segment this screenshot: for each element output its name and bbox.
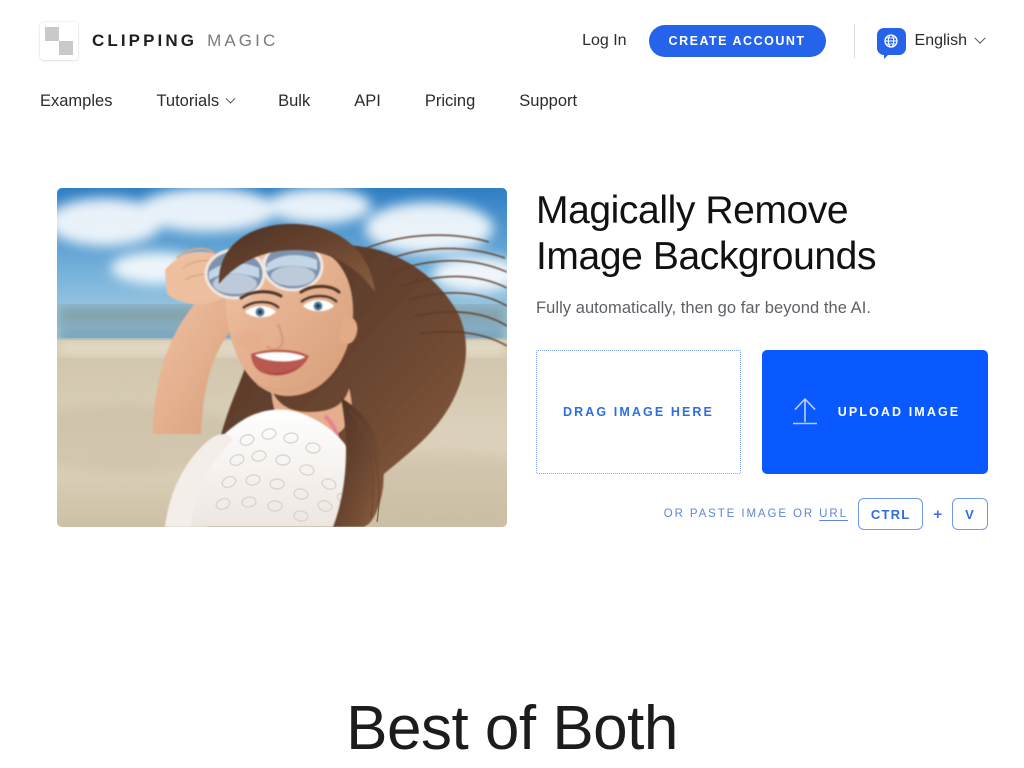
create-account-button[interactable]: CREATE ACCOUNT [648, 25, 826, 57]
upload-controls: DRAG IMAGE HERE UPLOAD IMAGE [536, 350, 988, 474]
nav-item-pricing[interactable]: Pricing [425, 92, 475, 111]
brand-wordmark: CLIPPING MAGIC [92, 31, 278, 51]
main-nav: Examples Tutorials Bulk API Pricing Supp… [40, 92, 577, 111]
checkerboard-transparency-icon [40, 22, 78, 60]
page-title: Magically Remove Image Backgrounds [536, 188, 988, 280]
language-selector[interactable]: English [876, 27, 986, 59]
upload-image-button[interactable]: UPLOAD IMAGE [762, 350, 988, 474]
paste-hint-text: OR PASTE IMAGE OR URL [664, 508, 848, 520]
header-divider [853, 24, 855, 58]
brand-word-primary: CLIPPING [92, 31, 198, 50]
paste-hint-prefix: OR PASTE IMAGE OR [663, 508, 815, 520]
nav-item-examples[interactable]: Examples [40, 92, 112, 111]
brand-logo-link[interactable]: CLIPPING MAGIC [40, 22, 278, 60]
nav-label: API [354, 92, 381, 110]
key-plus-separator: + [933, 505, 943, 523]
header-actions: Log In CREATE ACCOUNT English [582, 24, 986, 59]
nav-label: Bulk [278, 92, 311, 110]
nav-item-tutorials[interactable]: Tutorials [156, 92, 236, 111]
hero-subtitle: Fully automatically, then go far beyond … [536, 299, 871, 317]
section-heading: Best of Both [346, 694, 678, 763]
nav-label: Examples [40, 92, 113, 110]
chevron-down-icon [225, 93, 236, 104]
drag-image-dropzone[interactable]: DRAG IMAGE HERE [536, 350, 741, 474]
nav-item-bulk[interactable]: Bulk [278, 92, 310, 111]
brand-word-secondary: MAGIC [207, 31, 279, 50]
login-link[interactable]: Log In [582, 32, 626, 50]
globe-speech-bubble-icon [876, 27, 906, 59]
nav-label: Pricing [424, 92, 476, 110]
nav-label: Support [519, 92, 578, 110]
hero-title-line-2: Image Backgrounds [536, 235, 877, 278]
paste-url-link[interactable]: URL [819, 508, 848, 520]
nav-label: Tutorials [156, 92, 220, 110]
hero-copy: Magically Remove Image Backgrounds Fully… [536, 188, 988, 530]
nav-item-support[interactable]: Support [519, 92, 577, 111]
key-ctrl[interactable]: CTRL [857, 498, 924, 530]
dropzone-label: DRAG IMAGE HERE [563, 405, 714, 419]
paste-hint-row: OR PASTE IMAGE OR URL CTRL + V [536, 498, 988, 530]
hero-photo [57, 188, 507, 527]
upload-button-label: UPLOAD IMAGE [837, 405, 961, 419]
page-root: CLIPPING MAGIC Log In CREATE ACCOUNT Eng… [0, 0, 1024, 768]
upload-arrow-icon [790, 395, 820, 430]
hero-title-line-1: Magically Remove [536, 189, 849, 232]
site-header: CLIPPING MAGIC Log In CREATE ACCOUNT Eng… [0, 0, 1024, 82]
chevron-down-icon [974, 32, 986, 44]
key-v[interactable]: V [952, 498, 988, 530]
nav-item-api[interactable]: API [354, 92, 381, 111]
language-label: English [914, 32, 967, 49]
